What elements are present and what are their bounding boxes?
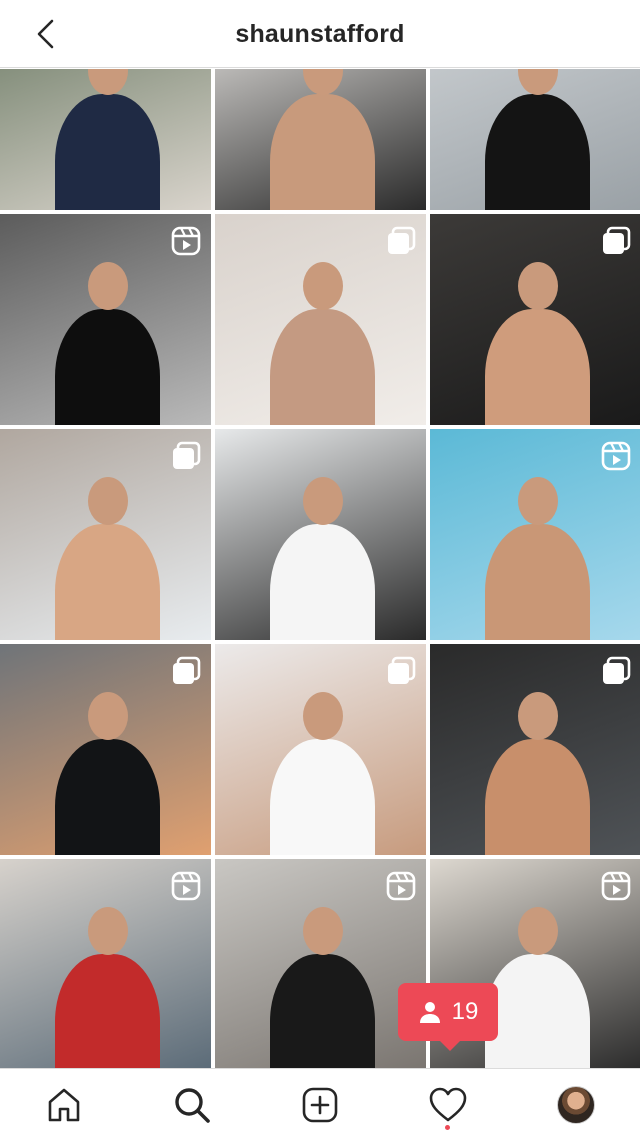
tab-home[interactable]: [42, 1083, 86, 1127]
post-thumbnail[interactable]: [430, 644, 640, 855]
carousel-icon: [386, 656, 416, 686]
photo-subject: [485, 309, 590, 425]
profile-username: shaunstafford: [235, 20, 405, 48]
photo-subject: [55, 94, 160, 210]
tab-new-post[interactable]: [298, 1083, 342, 1127]
photo-subject-head: [88, 262, 128, 310]
carousel-icon: [386, 226, 416, 256]
photo-subject-head: [518, 692, 558, 740]
carousel-icon: [171, 441, 201, 471]
carousel-icon: [601, 656, 631, 686]
post-thumbnail[interactable]: [0, 69, 211, 210]
photo-subject-head: [303, 69, 343, 95]
photo-subject-head: [518, 907, 558, 955]
activity-indicator-dot: [445, 1125, 450, 1130]
profile-avatar: [557, 1086, 595, 1124]
photo-subject: [55, 954, 160, 1068]
photo-subject-head: [303, 262, 343, 310]
photo-subject: [485, 954, 590, 1068]
reel-icon: [601, 441, 631, 471]
photo-subject: [270, 94, 375, 210]
photo-subject: [485, 94, 590, 210]
post-thumbnail[interactable]: [0, 644, 211, 855]
photo-subject-head: [303, 692, 343, 740]
post-thumbnail[interactable]: [430, 429, 640, 640]
reel-icon: [386, 871, 416, 901]
search-icon: [175, 1088, 210, 1123]
photo-subject-head: [518, 477, 558, 525]
reel-icon: [171, 226, 201, 256]
person-icon: [419, 1002, 440, 1023]
post-thumbnail[interactable]: [215, 429, 426, 640]
activity-notification-bubble[interactable]: 19: [398, 983, 498, 1051]
top-bar: shaunstafford: [0, 0, 640, 68]
photo-subject: [485, 739, 590, 855]
tab-activity[interactable]: [426, 1083, 470, 1127]
post-thumbnail[interactable]: [0, 429, 211, 640]
photo-subject-head: [88, 692, 128, 740]
photo-subject: [270, 524, 375, 640]
home-icon: [48, 1088, 80, 1122]
reel-icon: [601, 871, 631, 901]
photo-subject: [270, 309, 375, 425]
post-grid: [0, 69, 640, 1068]
post-thumbnail[interactable]: [430, 214, 640, 425]
photo-subject: [270, 739, 375, 855]
post-thumbnail[interactable]: [215, 859, 426, 1068]
tab-profile[interactable]: [554, 1083, 598, 1127]
post-thumbnail[interactable]: [430, 69, 640, 210]
new-post-icon: [302, 1087, 338, 1123]
post-thumbnail[interactable]: [0, 859, 211, 1068]
notification-count: 19: [451, 998, 479, 1025]
post-thumbnail[interactable]: [215, 69, 426, 210]
photo-subject: [55, 309, 160, 425]
post-thumbnail[interactable]: [0, 214, 211, 425]
photo-subject-head: [518, 69, 558, 95]
activity-heart-icon: [429, 1087, 467, 1122]
tab-search[interactable]: [170, 1083, 214, 1127]
photo-subject: [485, 524, 590, 640]
bottom-tab-bar: [0, 1068, 640, 1138]
reel-icon: [171, 871, 201, 901]
photo-subject-head: [88, 907, 128, 955]
post-thumbnail[interactable]: [215, 214, 426, 425]
photo-subject-head: [88, 69, 128, 95]
carousel-icon: [601, 226, 631, 256]
photo-subject-head: [88, 477, 128, 525]
carousel-icon: [171, 656, 201, 686]
photo-subject: [55, 739, 160, 855]
photo-subject: [55, 524, 160, 640]
photo-subject-head: [518, 262, 558, 310]
photo-subject-head: [303, 907, 343, 955]
photo-subject-head: [303, 477, 343, 525]
photo-subject: [270, 954, 375, 1068]
post-thumbnail[interactable]: [215, 644, 426, 855]
